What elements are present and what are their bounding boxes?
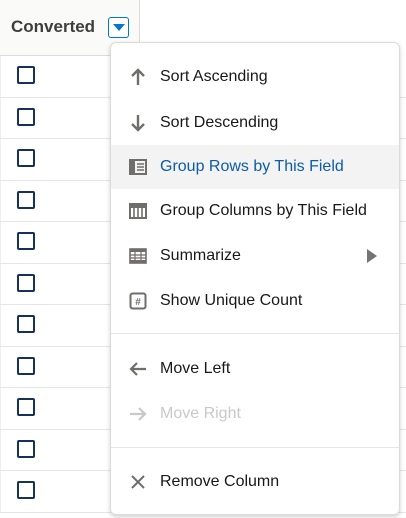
menu-item-label: Sort Ascending: [160, 68, 268, 85]
menu-item-label: Group Rows by This Field: [160, 158, 344, 175]
column-actions-menu: Sort Ascending Sort Descending Group Row…: [110, 42, 400, 515]
converted-checkbox[interactable]: [17, 66, 35, 84]
group-rows-icon: [128, 157, 148, 177]
converted-checkbox[interactable]: [17, 149, 35, 167]
menu-item-label: Sort Descending: [160, 114, 279, 131]
cell-border: [0, 471, 1, 512]
menu-item-move-right: Move Right: [111, 392, 399, 436]
svg-text:#: #: [135, 297, 141, 308]
arrow-left-icon: [128, 359, 148, 379]
converted-checkbox[interactable]: [17, 315, 35, 333]
menu-item-move-left[interactable]: Move Left: [111, 347, 399, 391]
converted-checkbox[interactable]: [17, 273, 35, 292]
menu-item-sort-ascending[interactable]: Sort Ascending: [111, 55, 399, 99]
converted-checkbox[interactable]: [17, 398, 35, 416]
cell-border: [0, 222, 1, 263]
converted-checkbox[interactable]: [17, 439, 35, 458]
cell-border: [0, 429, 1, 470]
submenu-arrow-icon: [367, 249, 377, 263]
cell-border: [0, 180, 1, 221]
menu-item-sort-descending[interactable]: Sort Descending: [111, 101, 399, 145]
menu-item-label: Summarize: [160, 247, 241, 264]
menu-item-group-columns[interactable]: Group Columns by This Field: [111, 189, 399, 233]
cell-border: [0, 56, 1, 97]
cell-border: [0, 346, 1, 387]
menu-item-label: Move Left: [160, 360, 231, 377]
menu-divider: [111, 333, 399, 334]
menu-item-label: Show Unique Count: [160, 292, 303, 309]
menu-item-label: Group Columns by This Field: [160, 202, 367, 219]
menu-item-show-unique-count[interactable]: # Show Unique Count: [111, 279, 399, 323]
converted-checkbox[interactable]: [17, 190, 35, 209]
close-icon: [128, 472, 148, 492]
arrow-up-icon: [128, 67, 148, 87]
column-menu-button[interactable]: [108, 17, 129, 38]
converted-checkbox[interactable]: [17, 107, 35, 126]
arrow-right-icon: [128, 404, 148, 424]
group-columns-icon: [128, 201, 148, 221]
column-title: Converted: [11, 17, 96, 36]
menu-divider: [111, 447, 399, 448]
menu-item-label: Move Right: [160, 405, 241, 422]
converted-checkbox[interactable]: [17, 232, 35, 250]
cell-border: [0, 97, 1, 138]
cell-border: [0, 263, 1, 304]
summarize-icon: [128, 246, 148, 266]
menu-item-remove-column[interactable]: Remove Column: [111, 460, 399, 504]
menu-item-label: Remove Column: [160, 473, 280, 490]
converted-checkbox[interactable]: [17, 481, 35, 499]
converted-checkbox[interactable]: [17, 356, 35, 375]
arrow-down-icon: [128, 113, 148, 133]
cell-border: [0, 388, 1, 429]
menu-item-group-rows[interactable]: Group Rows by This Field: [111, 145, 399, 189]
unique-count-icon: #: [128, 291, 148, 311]
cell-border: [0, 305, 1, 346]
menu-item-summarize[interactable]: Summarize: [111, 234, 399, 278]
cell-border: [0, 139, 1, 180]
